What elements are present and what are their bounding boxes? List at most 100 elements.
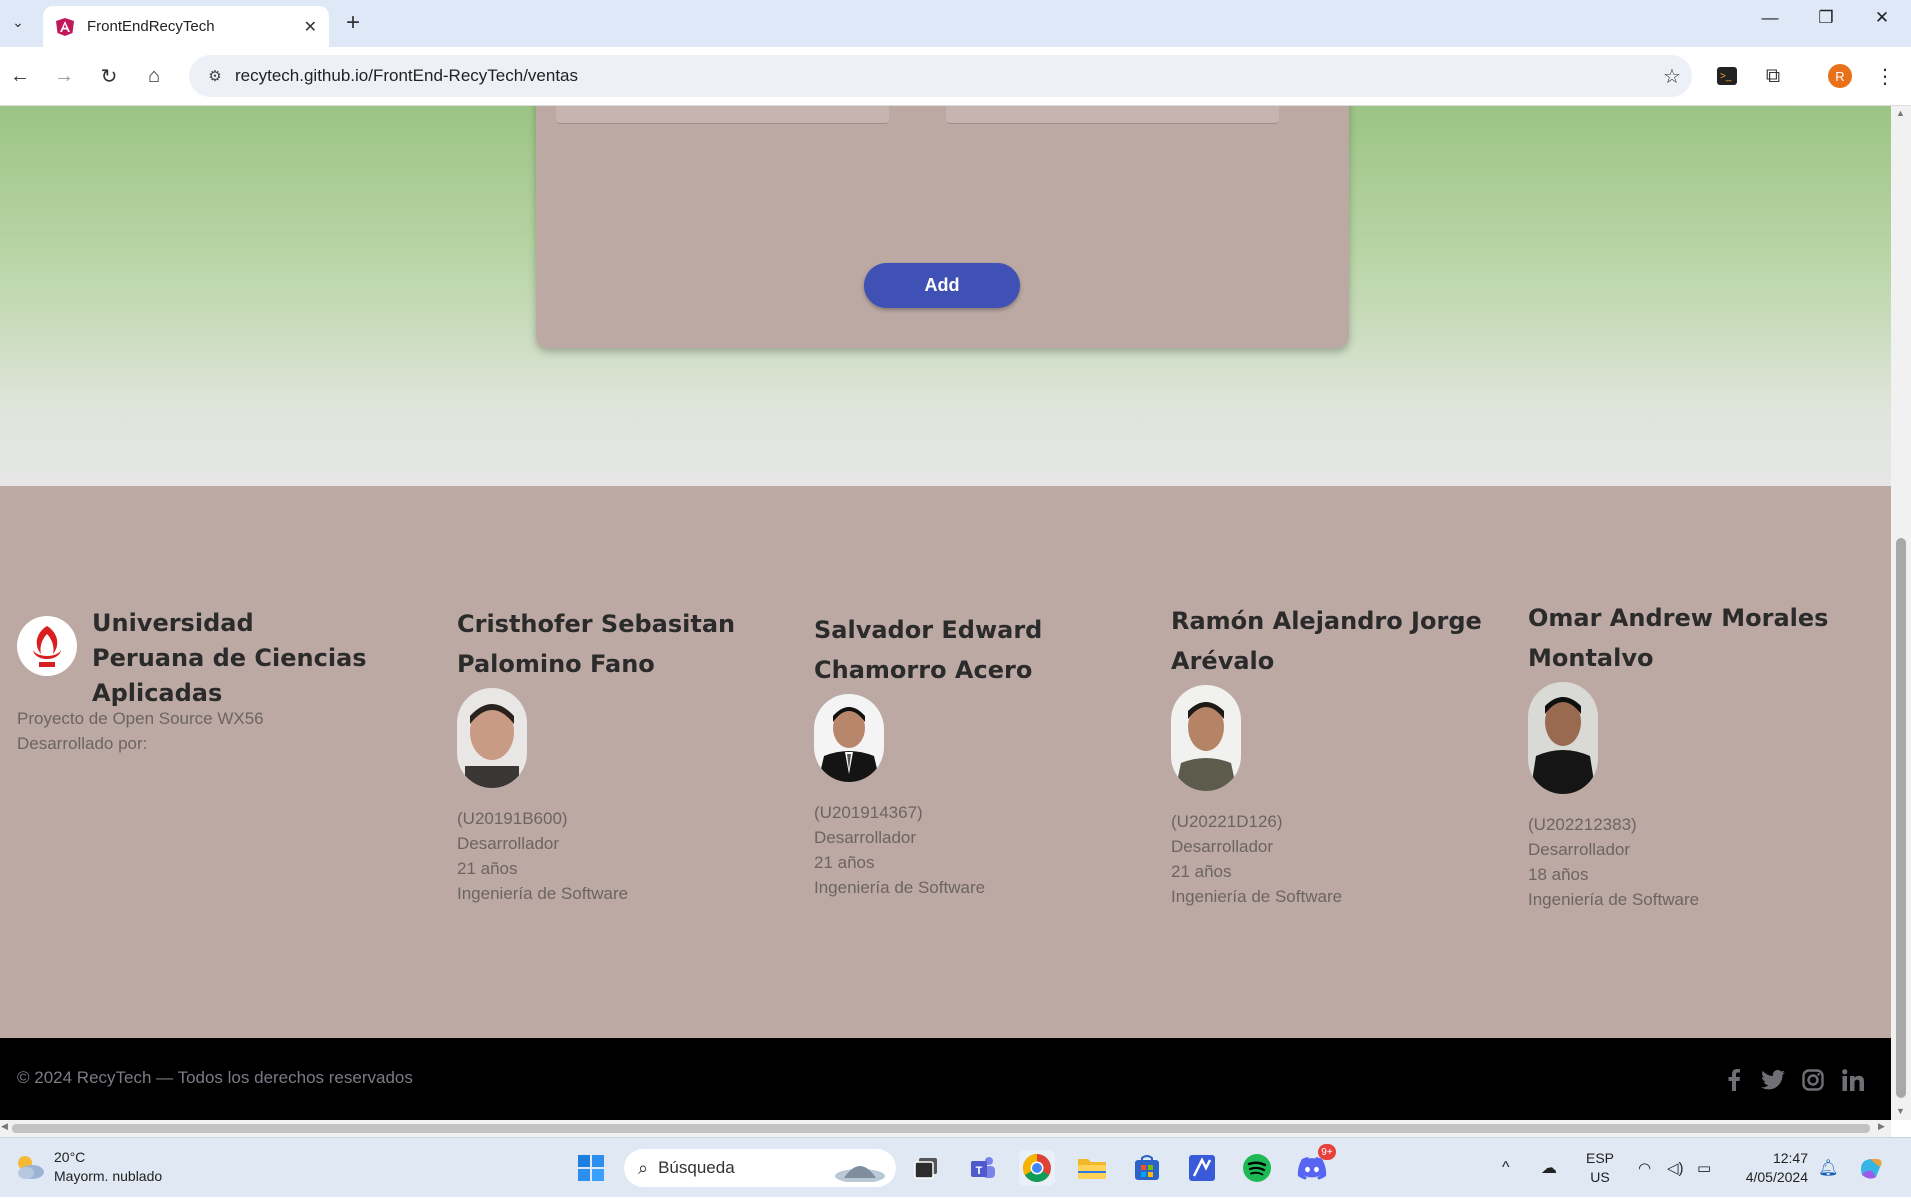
weather-widget[interactable]: 20°C Mayorm. nublado xyxy=(14,1148,162,1186)
member-card: Ramón Alejandro Jorge Arévalo (U20221D12… xyxy=(1171,601,1501,909)
bookmark-star-icon[interactable]: ☆ xyxy=(1652,64,1692,89)
forward-icon[interactable]: → xyxy=(50,62,78,90)
url-text[interactable]: recytech.github.io/FrontEnd-RecyTech/ven… xyxy=(235,66,1652,86)
spotify-icon[interactable] xyxy=(1239,1150,1275,1186)
scroll-left-arrow-icon[interactable]: ◀ xyxy=(1,1121,8,1132)
onedrive-offline-icon[interactable]: ☁ xyxy=(1541,1138,1557,1198)
vscode-like-icon[interactable] xyxy=(1184,1150,1220,1186)
volume-icon[interactable]: ◁) xyxy=(1667,1138,1684,1198)
search-highlight-icon xyxy=(835,1166,885,1182)
discord-icon[interactable]: 9+ xyxy=(1294,1144,1336,1186)
clock[interactable]: 12:47 4/05/2024 xyxy=(1738,1138,1808,1198)
tab-search-dropdown-icon[interactable]: ⌄ xyxy=(6,10,30,34)
member-career: Ingeniería de Software xyxy=(457,884,629,903)
wifi-icon[interactable]: ◠ xyxy=(1638,1138,1651,1198)
language-code: ESP xyxy=(1586,1150,1615,1166)
temperature: 20°C xyxy=(54,1149,86,1165)
home-icon[interactable]: ⌂ xyxy=(140,62,168,90)
profile-avatar[interactable]: R xyxy=(1826,62,1854,90)
browser-menu-icon[interactable]: ⋮ xyxy=(1871,62,1899,90)
member-age: 21 años xyxy=(814,853,875,872)
chrome-icon[interactable] xyxy=(1019,1150,1055,1186)
member-code: (U20221D126) xyxy=(1171,812,1283,831)
scroll-up-arrow-icon[interactable]: ▲ xyxy=(1896,108,1905,118)
member-info: (U20191B600) Desarrollador 21 años Ingen… xyxy=(457,806,787,906)
show-hidden-icons[interactable]: ^ xyxy=(1502,1138,1510,1198)
developed-by-label: Desarrollado por: xyxy=(17,734,148,753)
twitter-icon[interactable] xyxy=(1759,1066,1787,1094)
member-age: 21 años xyxy=(1171,862,1232,881)
task-view-icon[interactable] xyxy=(908,1150,944,1186)
browser-toolbar: ← → ↻ ⌂ ⚙ recytech.github.io/FrontEnd-Re… xyxy=(0,47,1911,106)
tab-title: FrontEndRecyTech xyxy=(87,18,215,35)
notification-bell-icon[interactable]: 🔔︎ xyxy=(1818,1138,1838,1198)
member-name: Omar Andrew Morales Montalvo xyxy=(1528,604,1829,672)
linkedin-icon[interactable] xyxy=(1839,1066,1867,1094)
horizontal-scrollbar[interactable]: ◀ ▶ xyxy=(0,1120,1891,1137)
back-icon[interactable]: ← xyxy=(6,62,34,90)
profile-initial: R xyxy=(1828,64,1852,88)
teams-icon[interactable]: T xyxy=(965,1150,1001,1186)
address-bar[interactable]: ⚙ recytech.github.io/FrontEnd-RecyTech/v… xyxy=(189,55,1692,97)
copilot-icon[interactable] xyxy=(1856,1138,1886,1198)
form-input-right[interactable] xyxy=(946,106,1279,124)
member-age: 21 años xyxy=(457,859,518,878)
close-window-icon[interactable]: ✕ xyxy=(1862,8,1902,28)
tab-close-icon[interactable]: ✕ xyxy=(304,17,317,37)
site-info-icon[interactable]: ⚙ xyxy=(195,67,235,85)
cloudy-sun-icon xyxy=(18,1156,44,1179)
member-career: Ingeniería de Software xyxy=(1171,887,1343,906)
form-input-left[interactable] xyxy=(556,106,889,124)
member-name: Cristhofer Sebasitan Palomino Fano xyxy=(457,610,736,678)
extensions-puzzle-icon[interactable]: ⧉ xyxy=(1759,62,1787,90)
minimize-icon[interactable]: — xyxy=(1750,8,1790,28)
weather-condition: Mayorm. nublado xyxy=(54,1168,163,1184)
search-icon: ⌕ xyxy=(638,1157,649,1178)
copyright-bar: © 2024 RecyTech — Todos los derechos res… xyxy=(0,1038,1891,1120)
horizontal-scroll-thumb[interactable] xyxy=(12,1124,1870,1133)
vertical-scrollbar[interactable]: ▲ ▼ xyxy=(1891,106,1911,1120)
clock-date: 4/05/2024 xyxy=(1745,1169,1808,1185)
reload-icon[interactable]: ↻ xyxy=(95,62,123,90)
restore-icon[interactable]: ❐ xyxy=(1806,8,1846,28)
clock-time: 12:47 xyxy=(1772,1150,1808,1166)
region-code: US xyxy=(1590,1169,1610,1185)
terminal-extension-icon[interactable]: >_ xyxy=(1713,62,1741,90)
facebook-icon[interactable] xyxy=(1720,1066,1748,1094)
member-info: (U202212383) Desarrollador 18 años Ingen… xyxy=(1528,812,1858,912)
file-explorer-icon[interactable] xyxy=(1074,1150,1110,1186)
add-button[interactable]: Add xyxy=(864,263,1020,308)
scroll-down-arrow-icon[interactable]: ▼ xyxy=(1896,1106,1905,1116)
member-photo xyxy=(457,688,527,788)
member-info: (U20221D126) Desarrollador 21 años Ingen… xyxy=(1171,809,1501,909)
member-photo xyxy=(1528,682,1598,794)
weather-text: 20°C Mayorm. nublado xyxy=(54,1148,162,1186)
vertical-scroll-thumb[interactable] xyxy=(1896,538,1906,1098)
member-code: (U20191B600) xyxy=(457,809,568,828)
browser-tab[interactable]: FrontEndRecyTech ✕ xyxy=(43,6,329,47)
member-role: Desarrollador xyxy=(1171,837,1274,856)
browser-tab-bar: ⌄ FrontEndRecyTech ✕ + — ❐ ✕ xyxy=(0,0,1911,47)
taskbar-search[interactable]: ⌕ Búsqueda xyxy=(624,1149,896,1187)
sale-form-card: Add xyxy=(536,106,1349,348)
windows-taskbar: 20°C Mayorm. nublado ⌕ Búsqueda T 9+ ^ ☁… xyxy=(0,1137,1911,1197)
copyright-text: © 2024 RecyTech — Todos los derechos res… xyxy=(17,1068,413,1087)
language-indicator[interactable]: ESP US xyxy=(1586,1138,1614,1198)
member-name: Salvador Edward Chamorro Acero xyxy=(814,616,1043,684)
windows-start-icon[interactable] xyxy=(573,1150,609,1186)
member-card: Salvador Edward Chamorro Acero (U2019143… xyxy=(814,610,1144,900)
project-name: Proyecto de Open Source WX56 xyxy=(17,709,264,728)
member-career: Ingeniería de Software xyxy=(814,878,986,897)
instagram-icon[interactable] xyxy=(1799,1066,1827,1094)
microsoft-store-icon[interactable] xyxy=(1129,1150,1165,1186)
university-name: Universidad Peruana de Ciencias Aplicada… xyxy=(92,609,367,707)
page-viewport: Add Universidad Peruana de Ciencias Apli… xyxy=(0,106,1891,1120)
discord-badge: 9+ xyxy=(1318,1144,1336,1160)
member-photo xyxy=(814,694,884,782)
scroll-right-arrow-icon[interactable]: ▶ xyxy=(1878,1121,1885,1132)
member-role: Desarrollador xyxy=(814,828,917,847)
member-age: 18 años xyxy=(1528,865,1589,884)
battery-icon[interactable]: ▭ xyxy=(1697,1138,1711,1198)
new-tab-icon[interactable]: + xyxy=(346,9,360,37)
svg-text:T: T xyxy=(976,1165,983,1177)
